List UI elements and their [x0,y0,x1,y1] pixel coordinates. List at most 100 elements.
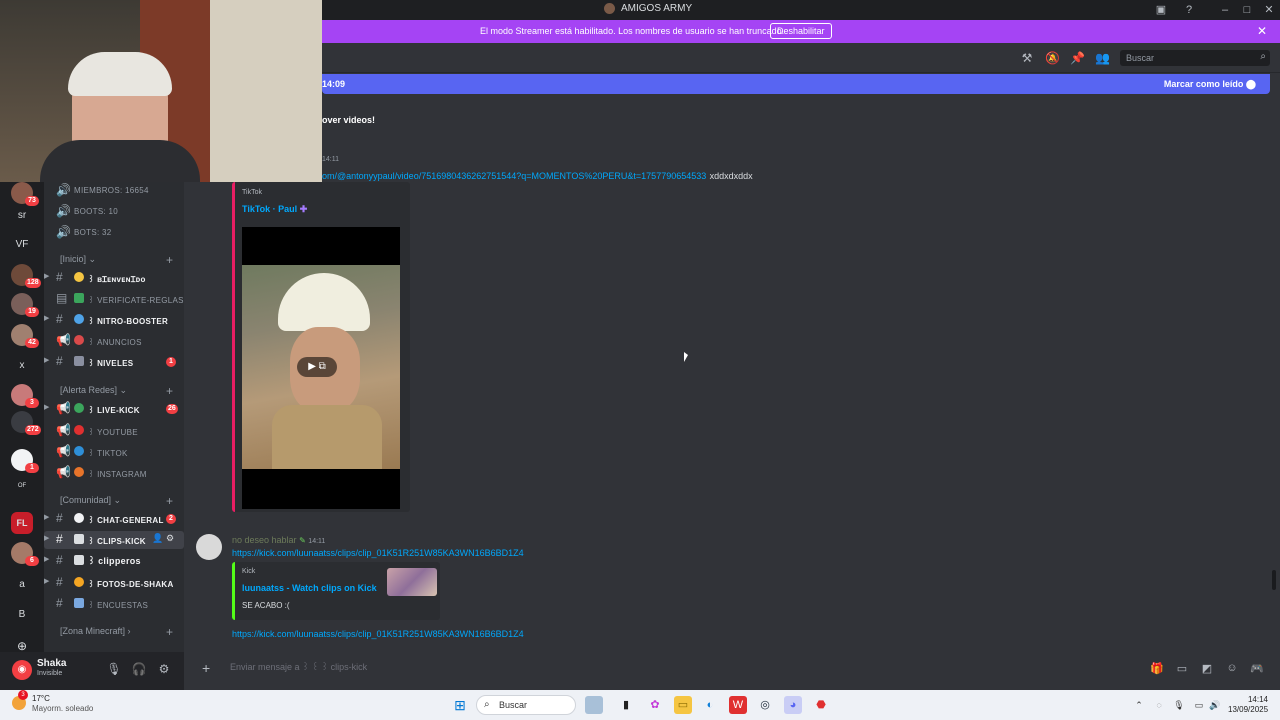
tray-app-icon[interactable]: ◌ [1150,696,1168,714]
embed-title[interactable]: TikTok · Paul ✚ [242,204,307,215]
tiktok-embed: TikTok TikTok · Paul ✚ ▶ ⧉ [232,182,410,512]
server-icon[interactable]: B [11,604,33,626]
help-icon[interactable]: ? [1182,3,1196,17]
server-icon[interactable]: 42 [11,324,39,348]
app-icon[interactable]: ⬣ [812,696,830,714]
server-icon[interactable]: sr [11,205,33,227]
message-link[interactable]: https://kick.com/luunaatss/clips/clip_01… [232,548,524,558]
tray-mic-icon[interactable]: 🎙 [1170,696,1188,714]
message-link[interactable]: https://kick.com/luunaatss/clips/clip_01… [232,629,524,639]
copilot-icon[interactable]: ✿ [646,696,664,714]
channel-clips-kick[interactable]: ▶ # ꒱ clips-kick 👤 ⚙ [44,531,184,549]
server-icon[interactable]: 1 [11,449,39,473]
task-view-icon[interactable]: ▮ [617,696,635,714]
channel-anuncios[interactable]: 📢 ꒱ anuncios [44,332,184,350]
server-icon[interactable]: x [11,355,33,377]
disable-streamer-button[interactable]: Deshabilitar [770,23,832,39]
steam-icon[interactable]: ◎ [756,696,774,714]
server-icon[interactable]: FL [11,512,33,534]
add-channel-icon[interactable]: + [166,625,173,639]
server-icon[interactable]: VF [11,234,33,256]
channel-verificate-reglas[interactable]: ▤ ꒱ verificate-reglas [44,290,184,308]
widget-app-icon[interactable] [585,696,603,714]
gift-icon[interactable]: 🎁 [1150,662,1164,676]
channel-bienvenido[interactable]: ▶ # ꒱ ʙɪᴇɴᴠᴇɴɪᴅᴏ [44,269,184,287]
inbox-icon[interactable]: ▣ [1154,3,1168,17]
search-input[interactable] [1126,52,1246,64]
headphones-icon[interactable]: 🎧 [131,662,147,678]
channel-instagram[interactable]: 📢 ꒱ instagram [44,464,184,482]
channel-fotos-de-shaka[interactable]: ▶ # ꒱ fotos-de-shaka [44,574,184,592]
settings-icon[interactable]: ⚙ [156,662,172,678]
hash-icon: # [56,553,63,567]
edge-icon[interactable]: ◐ [701,696,719,714]
jacket-shape [272,405,382,469]
file-explorer-icon[interactable]: ▭ [674,696,692,714]
server-icon[interactable]: 19 [11,293,39,317]
category-alerta-redes[interactable]: [Alerta Redes] ⌄ + [60,384,173,399]
avatar[interactable] [196,534,222,560]
channel-tiktok[interactable]: 📢 ꒱ tiktok [44,443,184,461]
notification-mute-icon[interactable]: 🔕 [1045,51,1060,65]
member-list-icon[interactable]: 👥 [1095,51,1110,65]
voice-stat-members[interactable]: 🔊 MIEMBROS: 16654 [44,182,184,200]
microphone-icon[interactable]: 🎙 [106,662,122,678]
pin-icon[interactable]: 📌 [1070,51,1085,65]
channel-live-kick[interactable]: ▶ 📢 ꒱ live-kick 26 [44,400,184,418]
add-channel-icon[interactable]: + [166,494,173,508]
add-channel-icon[interactable]: + [166,384,173,398]
channel-encuestas[interactable]: # ꒱ encuestas [44,595,184,613]
user-avatar[interactable]: ◉ [12,660,32,680]
channel-clipperos[interactable]: ▶ # ꒱ clipperos [44,552,184,570]
category-comunidad[interactable]: [Comunidad] ⌄ + [60,494,173,509]
apps-icon[interactable]: 🎮 [1250,662,1264,676]
author-name[interactable]: no deseo hablar [232,535,297,545]
taskbar-search[interactable]: ⌕ Buscar [476,695,576,715]
category-inicio[interactable]: [Inicio] ⌄ + [60,253,173,268]
hash-icon: # [56,596,63,610]
minimize-button[interactable]: – [1218,3,1232,17]
channel-chat-general[interactable]: ▶ # ꒱ chat-general 2 [44,510,184,528]
add-channel-icon[interactable]: + [166,253,173,267]
play-icon[interactable]: ▶ ⧉ [297,357,337,377]
volume-icon[interactable]: 🔊 [1206,696,1224,714]
message-scrollbar[interactable] [1272,570,1276,590]
channel-niveles[interactable]: ▶ # ꒱ niveles 1 [44,353,184,371]
close-banner-icon[interactable]: ✕ [1257,24,1267,38]
server-icon[interactable]: OF [11,475,33,497]
close-window-button[interactable]: ✕ [1262,3,1276,17]
category-zona-minecraft[interactable]: [Zona Minecraft] › + [60,625,173,640]
message-link[interactable]: om/@antonyypaul/video/751698043626275154… [322,171,706,181]
sticker-icon[interactable]: ◩ [1200,662,1214,676]
office-icon[interactable]: W [729,696,747,714]
video-thumbnail[interactable]: ▶ ⧉ [242,227,400,509]
emoji-icon[interactable]: ☺ [1225,662,1239,676]
server-icon[interactable]: 3 [11,384,39,408]
threads-icon[interactable]: ⚒ [1020,51,1034,65]
embed-thumbnail[interactable] [387,568,437,596]
server-icon[interactable]: 272 [11,411,41,435]
server-icon[interactable]: 6 [11,542,39,566]
kick-embed: Kick luunaatss - Watch clips on Kick SE … [232,562,440,620]
voice-stat-boots[interactable]: 🔊 BOOTS: 10 [44,203,184,221]
message-input[interactable] [230,661,830,673]
gif-icon[interactable]: ▭ [1175,662,1189,676]
invite-icon[interactable]: 👤 [152,533,163,544]
taskbar-clock[interactable]: 14:14 13/09/2025 [1228,695,1268,715]
search-box[interactable]: ⌕ [1120,50,1270,66]
add-attachment-icon[interactable]: + [202,660,210,676]
server-icon[interactable]: 128 [11,264,41,288]
server-icon[interactable]: 73 [11,182,39,206]
discord-icon[interactable]: ◕ [784,696,802,714]
voice-stat-bots[interactable]: 🔊 BOTS: 32 [44,224,184,242]
channel-youtube[interactable]: 📢 ꒱ youtube [44,422,184,440]
new-messages-bar[interactable]: 14:09 Marcar como leído ⬤ [322,74,1270,94]
embed-title[interactable]: luunaatss - Watch clips on Kick [242,583,377,593]
gear-icon[interactable]: ⚙ [166,533,174,544]
mark-as-read-button[interactable]: Marcar como leído ⬤ [1164,79,1256,90]
tray-expand-icon[interactable]: ⌃ [1130,696,1148,714]
windows-start-icon[interactable]: ⊞ [451,696,469,714]
server-icon[interactable]: a [11,574,33,596]
maximize-button[interactable]: □ [1240,3,1254,17]
channel-nitro-booster[interactable]: ▶ # ꒱ nitro-booster [44,311,184,329]
